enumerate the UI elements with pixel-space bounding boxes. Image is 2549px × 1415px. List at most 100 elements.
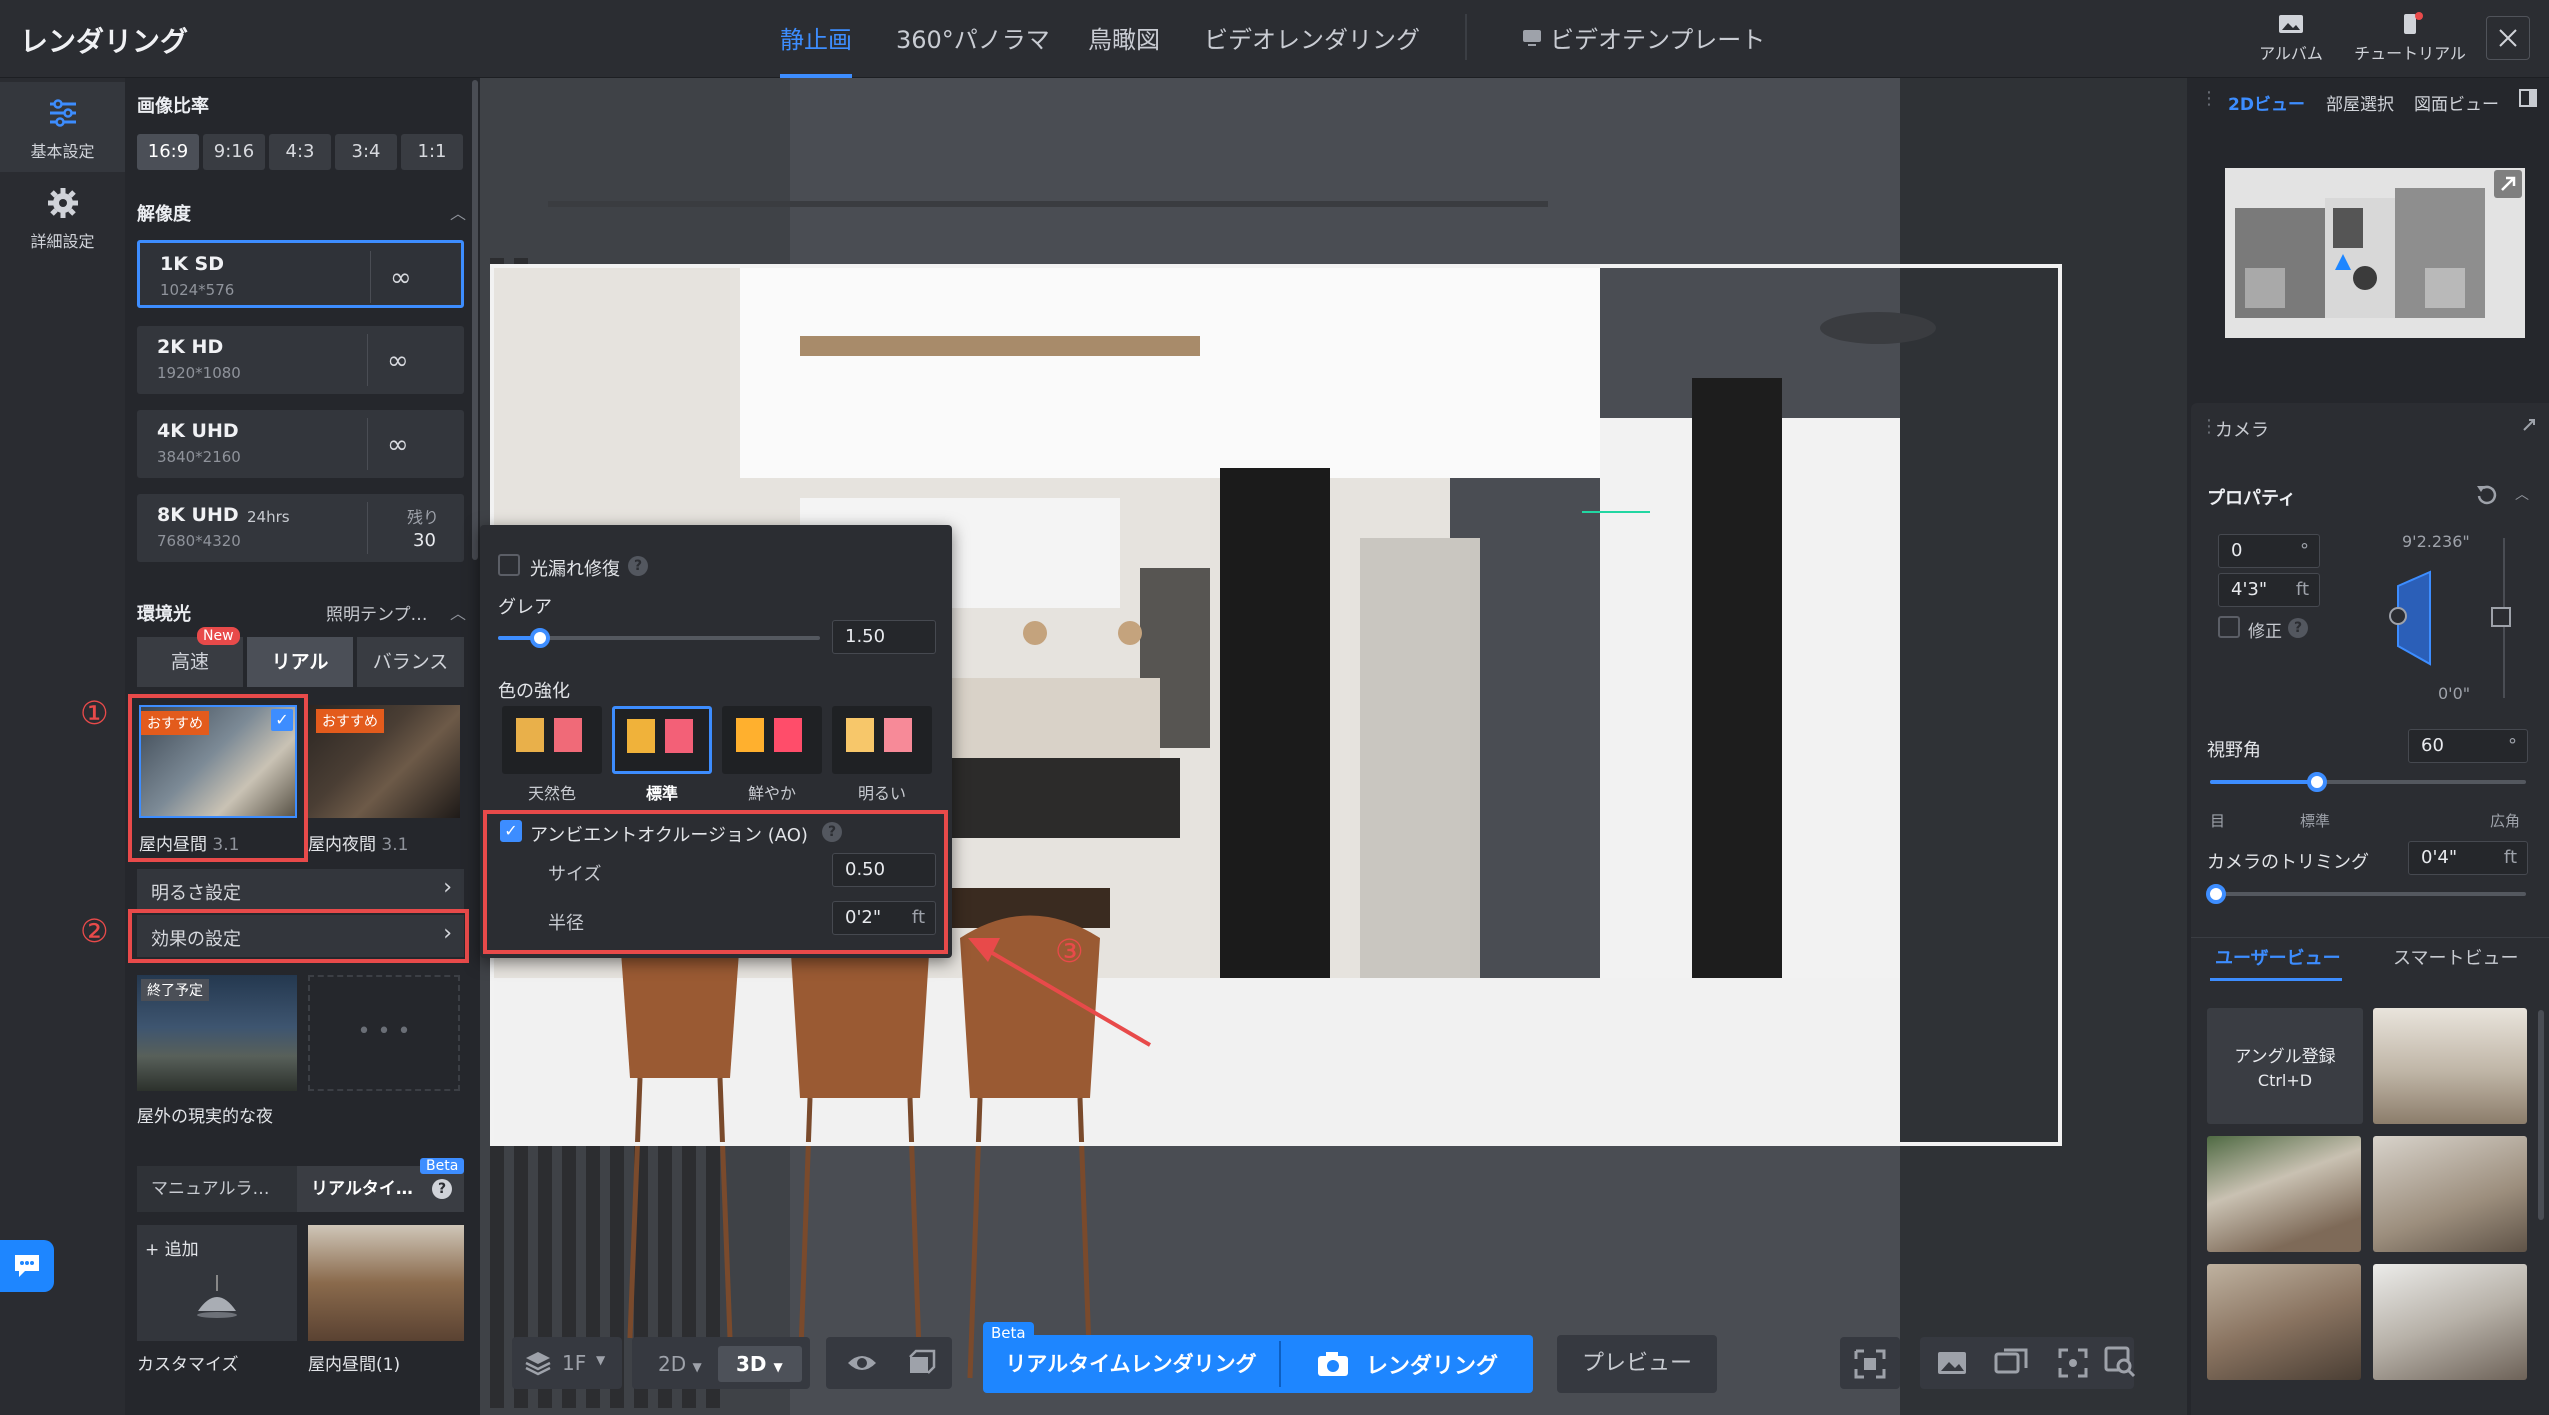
- floor-plan-drawing: [2225, 168, 2525, 338]
- help-icon[interactable]: ?: [628, 556, 648, 576]
- res-name: 1K SD: [160, 253, 225, 275]
- preset-indoor-night-thumb[interactable]: おすすめ: [308, 705, 460, 818]
- outdoor-night-label: 屋外の現実的な夜: [137, 1107, 273, 1127]
- preview-button[interactable]: プレビュー: [1557, 1335, 1717, 1393]
- save-angle-button[interactable]: アングル登録 Ctrl+D: [2207, 1008, 2363, 1124]
- tab-video-template[interactable]: ビデオテンプレート: [1522, 20, 1765, 55]
- view-3d-button[interactable]: 3D ▼: [718, 1346, 802, 1382]
- color-standard-thumb[interactable]: [612, 706, 712, 774]
- view-2d-button[interactable]: 2D ▼: [640, 1346, 712, 1382]
- help-icon[interactable]: ?: [432, 1179, 452, 1199]
- expand-icon[interactable]: [2520, 416, 2538, 434]
- brightness-settings-row[interactable]: 明るさ設定 ›: [137, 869, 464, 911]
- glare-slider-knob[interactable]: [530, 628, 550, 648]
- ao-size-input[interactable]: 0.50: [832, 853, 936, 887]
- camera-angle-input[interactable]: 0 °: [2218, 534, 2320, 568]
- preset-version: 3.1: [212, 835, 240, 855]
- preset-indoor-day-thumb[interactable]: おすすめ ✓: [139, 705, 297, 818]
- trim-slider-track[interactable]: [2210, 892, 2526, 896]
- resolution-collapse-icon[interactable]: ︿: [450, 200, 466, 224]
- color-vivid-thumb[interactable]: [722, 706, 822, 774]
- tab-birdseye[interactable]: 鳥瞰図: [1088, 20, 1160, 55]
- tab-video-rendering[interactable]: ビデオレンダリング: [1204, 20, 1420, 55]
- sliders-icon: [49, 99, 76, 127]
- floor-plan-minimap[interactable]: [2225, 168, 2525, 338]
- frame-select-button[interactable]: [1840, 1337, 1900, 1389]
- add-custom-light[interactable]: + 追加: [137, 1225, 297, 1341]
- image-compare-icon[interactable]: [1994, 1348, 2028, 1378]
- res-8k-uhd[interactable]: 8K UHD 24hrs 7680*4320 残り 30: [137, 494, 464, 562]
- fov-input[interactable]: 60 °: [2408, 729, 2528, 763]
- ao-radius-input[interactable]: 0'2" ft: [832, 901, 936, 935]
- tab-user-view[interactable]: ユーザービュー: [2215, 944, 2341, 970]
- mode-real[interactable]: リアル: [247, 637, 353, 687]
- effects-settings-row[interactable]: 効果の設定 ›: [137, 915, 464, 957]
- tab-2d-view[interactable]: 2Dビュー: [2228, 90, 2305, 115]
- panel-toggle-icon[interactable]: [2518, 88, 2538, 108]
- ratio-3-4[interactable]: 3:4: [335, 134, 397, 170]
- ratio-16-9[interactable]: 16:9: [137, 134, 199, 170]
- zoom-frame-icon[interactable]: [2104, 1346, 2136, 1378]
- color-bright-thumb[interactable]: [832, 706, 932, 774]
- outdoor-night-thumb[interactable]: 終了予定: [137, 975, 297, 1091]
- collapse-icon[interactable]: ︿: [2515, 484, 2529, 504]
- help-icon[interactable]: ?: [822, 822, 842, 842]
- image-icon[interactable]: [1936, 1350, 1968, 1376]
- fov-slider-knob[interactable]: [2307, 772, 2327, 792]
- brightness-label: 明るさ設定: [151, 883, 241, 904]
- ratio-4-3[interactable]: 4:3: [269, 134, 331, 170]
- drag-handle-icon[interactable]: ⋮: [2200, 88, 2218, 109]
- light-template-link[interactable]: 照明テンプ…: [326, 600, 428, 625]
- settings-scrollbar[interactable]: [472, 80, 478, 560]
- mode-balance[interactable]: バランス: [357, 637, 464, 687]
- trim-input[interactable]: 0'4" ft: [2408, 841, 2528, 875]
- ratio-9-16[interactable]: 9:16: [203, 134, 265, 170]
- render-button[interactable]: レンダリング: [1281, 1335, 1533, 1393]
- close-button[interactable]: [2486, 16, 2530, 60]
- nav-basic-settings[interactable]: 基本設定: [0, 82, 125, 172]
- tab-plan-view[interactable]: 図面ビュー: [2414, 90, 2499, 115]
- saved-view-thumb[interactable]: [2207, 1264, 2361, 1380]
- fov-label: 視野角: [2207, 740, 2261, 761]
- indoor-day-light-thumb[interactable]: [308, 1225, 464, 1341]
- saved-view-thumb[interactable]: [2373, 1008, 2527, 1124]
- nav-advanced-settings[interactable]: 詳細設定: [0, 186, 125, 266]
- expand-map-button[interactable]: [2494, 170, 2522, 198]
- saved-view-thumb[interactable]: [2373, 1264, 2527, 1380]
- album-button[interactable]: アルバム: [2248, 12, 2334, 64]
- tab-still-image[interactable]: 静止画: [780, 20, 852, 55]
- views-scrollbar[interactable]: [2538, 1010, 2544, 1220]
- saved-view-thumb[interactable]: [2207, 1136, 2361, 1252]
- ratio-1-1[interactable]: 1:1: [401, 134, 463, 170]
- tab-room-select[interactable]: 部屋選択: [2326, 90, 2394, 115]
- res-2k-hd[interactable]: 2K HD 1920*1080 ∞: [137, 326, 464, 394]
- camera-height-input[interactable]: 4'3" ft: [2218, 573, 2320, 607]
- floor-selector[interactable]: 1F ▼: [512, 1337, 622, 1389]
- effects-label: 効果の設定: [151, 929, 241, 950]
- color-natural-thumb[interactable]: [502, 706, 602, 774]
- chat-support-button[interactable]: [0, 1240, 54, 1292]
- res-4k-uhd[interactable]: 4K UHD 3840*2160 ∞: [137, 410, 464, 478]
- saved-view-thumb[interactable]: [2373, 1136, 2527, 1252]
- cube-icon[interactable]: [906, 1349, 936, 1377]
- light-leak-checkbox[interactable]: [498, 554, 520, 576]
- trim-slider-knob[interactable]: [2206, 884, 2226, 904]
- glare-input[interactable]: 1.50: [832, 620, 936, 654]
- tab-smart-view[interactable]: スマートビュー: [2393, 944, 2518, 970]
- tutorial-button[interactable]: チュートリアル: [2350, 12, 2470, 64]
- tab-manual-lights[interactable]: マニュアルラ…: [137, 1166, 297, 1212]
- ambient-collapse-icon[interactable]: ︿: [450, 600, 466, 624]
- tab-360-panorama[interactable]: 360°パノラマ: [896, 20, 1050, 55]
- focus-icon[interactable]: [2058, 1348, 2088, 1378]
- more-presets-placeholder[interactable]: • • •: [308, 975, 460, 1091]
- callout-3-arrow: [968, 938, 1152, 1047]
- infinity-icon: ∞: [387, 430, 409, 460]
- reset-icon[interactable]: [2475, 484, 2499, 506]
- recommend-badge: おすすめ: [316, 709, 384, 733]
- nav-advanced-label: 詳細設定: [30, 232, 95, 251]
- eye-icon[interactable]: [846, 1351, 878, 1375]
- fix-checkbox[interactable]: [2218, 616, 2240, 638]
- ao-checkbox[interactable]: ✓: [500, 820, 522, 842]
- help-icon[interactable]: ?: [2288, 618, 2308, 638]
- res-1k-sd[interactable]: 1K SD 1024*576 ∞: [137, 240, 464, 308]
